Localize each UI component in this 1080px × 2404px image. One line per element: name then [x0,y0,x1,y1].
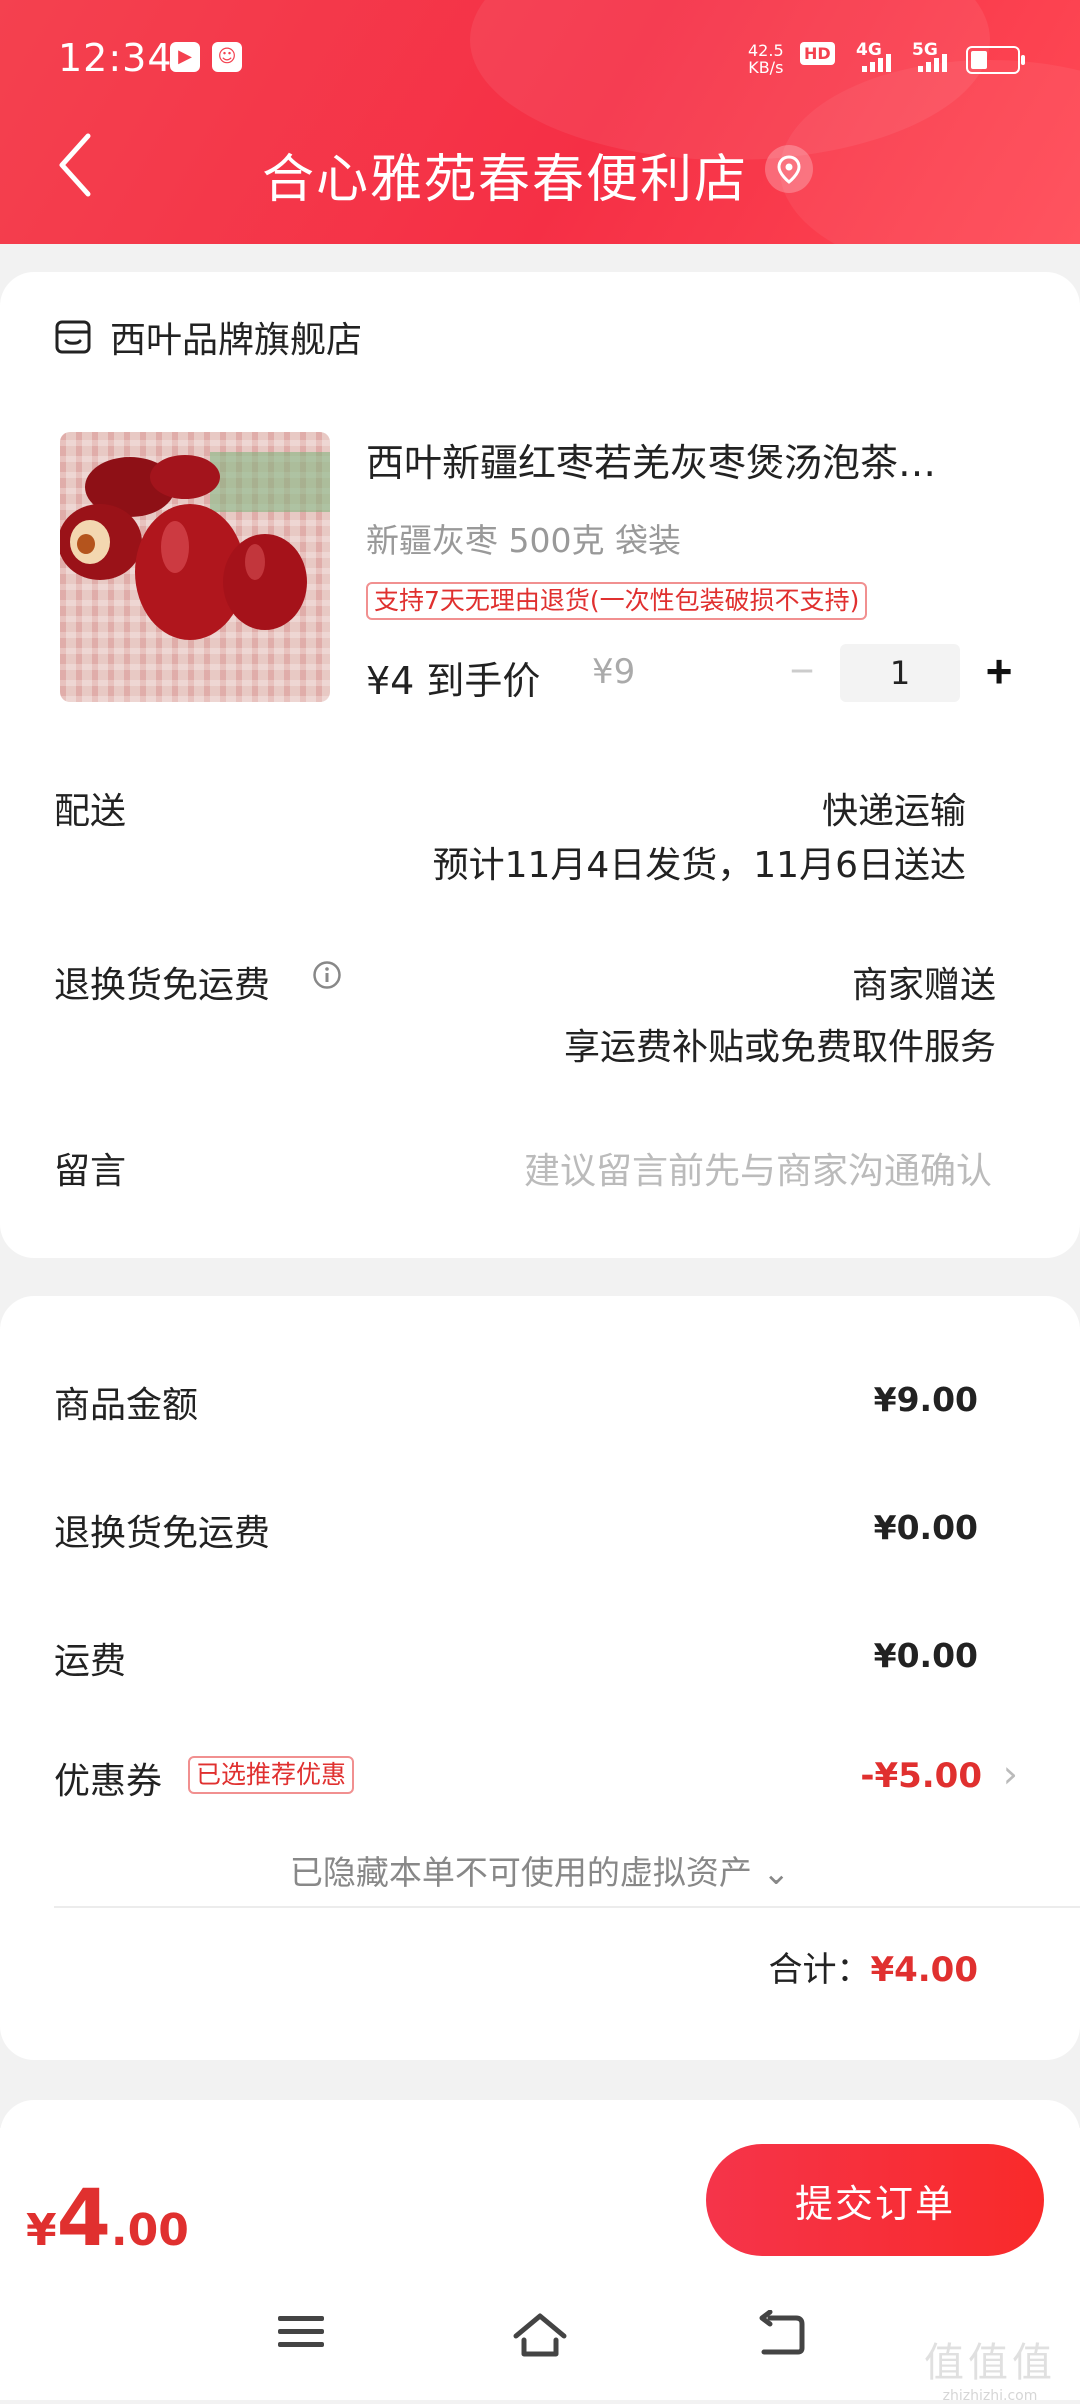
order-total: 合计：¥4.00 [768,1942,978,1991]
message-input[interactable]: 建议留言前先与商家沟通确认 [524,1142,992,1194]
menu-icon[interactable] [276,2310,326,2354]
order-total-value: ¥4.00 [870,1950,978,1990]
back-nav-icon[interactable] [756,2310,806,2358]
coupon-tag: 已选推荐优惠 [188,1756,355,1794]
product-original-price: ¥9 [592,652,636,692]
watermark: 值值值 zhizhizhi.com [900,2330,1080,2404]
product-price: ¥4 到手价 [366,650,540,705]
bottom-price-decimal: .00 [110,2205,189,2256]
product-final-price: ¥4 [366,659,415,703]
return-policy-tag: 支持7天无理由退货(一次性包装破损不支持) [366,582,868,620]
return-shipping-fee-label: 退换货免运费 [54,1513,271,1554]
product-spec[interactable]: 新疆灰枣 500克 袋装 [366,514,681,562]
bottom-price: ¥4.00 [26,2174,189,2264]
signal-4g-icon [862,50,891,72]
delivery-label: 配送 [54,791,127,832]
bottom-price-integer: 4 [56,2174,111,2264]
message-label: 留言 [54,1151,127,1192]
price-summary-card: 商品金额 ¥9.00 退换货免运费 ¥0.00 运费 ¥0.00 优惠券 已选推… [0,1296,1080,2060]
product-image[interactable] [60,432,330,702]
store-header[interactable]: 西叶品牌旗舰店 [54,312,362,362]
shipping-fee-value: ¥0.00 [873,1636,978,1675]
hd-badge: HD [800,42,835,65]
watermark-logo: 值值值 [924,2340,1056,2386]
red-dates-image [60,452,330,640]
page-title: 合心雅苑春春便利店 [261,150,748,210]
status-bar: 12:34 ▶ ☺ 42.5 KB/s HD 4G 5G [0,0,1080,120]
notification-app-icon: ☺ [212,42,242,72]
return-shipping-fee-value: ¥0.00 [873,1508,978,1547]
product-price-label: 到手价 [426,659,541,703]
return-shipping-desc: 享运费补贴或免费取件服务 [563,1027,996,1068]
network-speed-unit: KB/s [748,58,784,77]
info-icon[interactable] [312,960,342,990]
home-icon[interactable] [510,2310,570,2360]
return-shipping-value: 商家赠送 [851,965,996,1006]
watermark-url: zhizhizhi.com [942,2388,1038,2404]
network-speed: 42.5 KB/s [748,42,784,76]
return-shipping-label: 退换货免运费 [54,965,271,1006]
network-speed-value: 42.5 [748,41,784,60]
submit-order-button[interactable]: 提交订单 [706,2144,1044,2256]
status-time: 12:34 [58,36,173,80]
coupon-label[interactable]: 优惠券 [54,1752,162,1804]
divider [54,1906,1080,1908]
quantity-decrease-button[interactable]: − [780,638,824,704]
video-app-icon: ▶ [170,42,200,72]
product-title[interactable]: 西叶新疆红枣若羌灰枣煲汤泡茶… [366,432,1006,487]
location-pin-icon[interactable] [765,145,813,193]
order-total-label: 合计： [768,1950,871,1990]
store-name: 西叶品牌旗舰店 [110,320,363,361]
signal-5g-icon [918,50,947,72]
order-item-card: 西叶品牌旗舰店 西叶新疆红枣若羌灰枣煲汤泡茶… 新疆灰枣 500克 袋装 支持7… [0,272,1080,1258]
battery-icon [966,46,1025,74]
quantity-input[interactable]: 1 [840,644,960,702]
delivery-method: 快递运输 [821,791,966,832]
delivery-estimate: 预计11月4日发货，11月6日送达 [432,845,966,886]
hidden-assets-toggle[interactable]: 已隐藏本单不可使用的虚拟资产 ⌄ [0,1846,1080,1894]
goods-amount-label: 商品金额 [54,1385,199,1426]
store-icon [55,320,91,354]
header: 12:34 ▶ ☺ 42.5 KB/s HD 4G 5G 合心雅苑春春便利店 [0,0,1080,244]
bottom-price-currency: ¥ [26,2205,57,2256]
shipping-fee-label: 运费 [54,1641,127,1682]
quantity-increase-button[interactable]: + [974,638,1024,704]
coupon-value[interactable]: -¥5.00 [860,1756,982,1796]
goods-amount-value: ¥9.00 [873,1380,978,1419]
chevron-right-icon[interactable]: › [1003,1752,1018,1796]
